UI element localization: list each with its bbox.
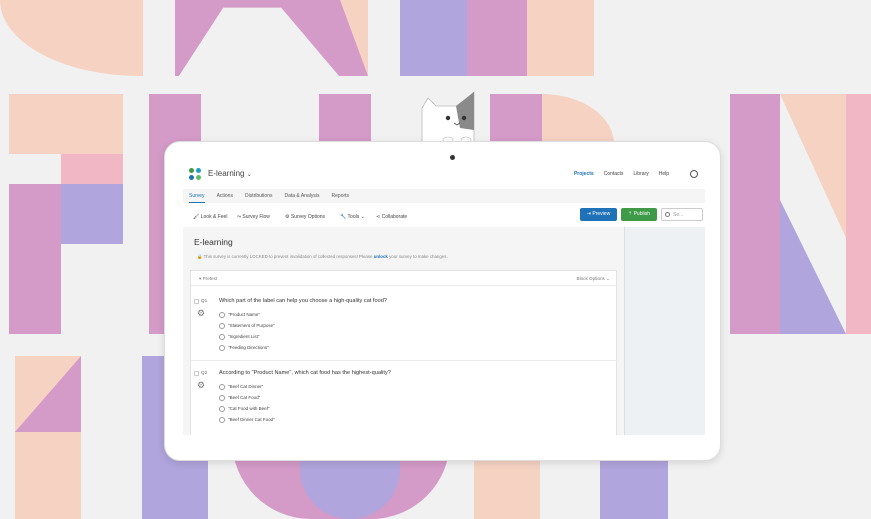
- lock-notice: 🔒 This survey is currently LOCKED to pre…: [197, 254, 448, 260]
- survey-options-button[interactable]: ⚙ Survey Options: [285, 214, 325, 220]
- answer-choice[interactable]: "Statement of Purpose": [219, 323, 275, 329]
- answer-choice[interactable]: "Beef Dinner Cat Food": [219, 417, 275, 423]
- search-icon: [665, 212, 670, 217]
- question-text[interactable]: According to "Product Name", which cat f…: [219, 370, 391, 376]
- survey-options-label: Survey Options: [290, 214, 326, 220]
- side-panel: [624, 227, 705, 435]
- tab-data-analysis[interactable]: Data & Analysis: [284, 189, 319, 203]
- bg-shape: [175, 0, 368, 76]
- nav-help[interactable]: Help: [659, 171, 669, 177]
- unlock-link[interactable]: unlock: [374, 254, 388, 259]
- bg-shape: [400, 0, 467, 76]
- bg-shape: [61, 184, 123, 244]
- bg-shape: [527, 0, 594, 76]
- question-checkbox[interactable]: [194, 371, 199, 376]
- camera-dot: [450, 155, 455, 160]
- chevron-down-icon: ⌄: [246, 172, 252, 178]
- publish-label: Publish: [633, 211, 650, 217]
- nav-projects[interactable]: Projects: [574, 171, 594, 177]
- paintbrush-icon: 🖌: [193, 214, 200, 220]
- tab-reports[interactable]: Reports: [332, 189, 350, 203]
- answer-choice[interactable]: "Beef Cat Dinner": [219, 384, 263, 390]
- search-placeholder: Se...: [673, 212, 684, 218]
- project-selector[interactable]: E-learning ⌄: [208, 169, 252, 178]
- answer-choice[interactable]: "Beef Cat Food": [219, 395, 260, 401]
- bg-shape: [61, 154, 123, 184]
- bg-shape: [730, 94, 780, 334]
- question-text[interactable]: Which part of the label can help you cho…: [219, 298, 387, 304]
- lock-text-end: your survey to make changes.: [387, 254, 448, 259]
- app-screen: E-learning ⌄ Projects Contacts Library H…: [183, 161, 705, 435]
- survey-block: ▾ Pretest Block Options ⌄ Q1 ⚙ Which par…: [190, 270, 618, 435]
- cat-illustration: [421, 91, 475, 142]
- question-divider: [191, 360, 618, 361]
- answer-choice[interactable]: "Cat Food with Beef": [219, 406, 269, 412]
- tab-actions[interactable]: Actions: [217, 189, 233, 203]
- survey-title: E-learning: [194, 237, 233, 247]
- chevron-down-icon: ⌄: [360, 214, 365, 220]
- tab-distributions[interactable]: Distributions: [245, 189, 273, 203]
- bg-shape: [467, 0, 527, 76]
- search-input[interactable]: Se...: [661, 208, 703, 221]
- flow-icon: ⤳: [237, 214, 242, 220]
- survey-flow-label: Survey Flow: [242, 214, 270, 220]
- survey-flow-button[interactable]: ⤳ Survey Flow: [237, 214, 270, 220]
- settings-gear-icon[interactable]: ⚙: [197, 381, 205, 390]
- look-feel-button[interactable]: 🖌 Look & Feel: [193, 214, 227, 220]
- chevron-down-icon: ⌄: [606, 276, 610, 281]
- publish-icon: ⇡: [628, 211, 633, 217]
- wrench-icon: 🔧: [340, 214, 347, 220]
- tools-label: Tools: [347, 214, 360, 220]
- bg-shape: [9, 94, 123, 154]
- nav-library[interactable]: Library: [633, 171, 648, 177]
- user-icon[interactable]: [690, 170, 698, 178]
- question-number: Q2: [201, 370, 208, 375]
- tab-bar: Survey Actions Distributions Data & Anal…: [183, 189, 705, 203]
- tab-survey[interactable]: Survey: [189, 189, 205, 203]
- lock-text: This survey is currently LOCKED to preve…: [203, 254, 374, 259]
- bg-shape: [846, 94, 871, 334]
- share-icon: ⋖: [376, 214, 381, 220]
- preview-label: Preview: [592, 211, 611, 217]
- bg-shape: [780, 200, 846, 334]
- logo-icon: [189, 168, 202, 181]
- preview-button[interactable]: ⇥ Preview: [580, 208, 617, 221]
- bg-shape: [319, 94, 371, 144]
- block-header[interactable]: ▾ Pretest Block Options ⌄: [191, 271, 618, 286]
- bg-shape: [9, 184, 61, 334]
- answer-choice[interactable]: "Feeding Directions": [219, 345, 269, 351]
- marketing-stage: E-learning ⌄ Projects Contacts Library H…: [0, 0, 871, 519]
- top-bar: E-learning ⌄ Projects Contacts Library H…: [183, 161, 705, 189]
- question-number: Q1: [201, 298, 208, 303]
- block-name: ▾ Pretest: [199, 276, 217, 282]
- bg-shape: [542, 94, 614, 144]
- nav-contacts[interactable]: Contacts: [604, 171, 624, 177]
- block-name-label: Pretest: [202, 276, 218, 281]
- gear-icon: ⚙: [285, 214, 290, 220]
- settings-gear-icon[interactable]: ⚙: [197, 309, 205, 318]
- answer-choice[interactable]: "Product Name": [219, 312, 260, 318]
- question-checkbox[interactable]: [194, 299, 199, 304]
- block-options-button[interactable]: Block Options ⌄: [577, 276, 610, 282]
- chevron-down-icon: ▾: [199, 276, 202, 281]
- preview-icon: ⇥: [586, 211, 591, 217]
- collaborate-label: Collaborate: [381, 214, 408, 220]
- bg-shape: [0, 0, 143, 76]
- publish-button[interactable]: ⇡ Publish: [621, 208, 657, 221]
- block-options-label: Block Options: [576, 276, 605, 281]
- collaborate-button[interactable]: ⋖ Collaborate: [376, 214, 407, 220]
- project-name: E-learning: [208, 169, 245, 178]
- tools-button[interactable]: 🔧 Tools ⌄: [340, 214, 365, 220]
- lock-icon: 🔒: [197, 254, 203, 259]
- answer-choice[interactable]: "Ingredient List": [219, 334, 259, 340]
- look-feel-label: Look & Feel: [200, 214, 228, 220]
- bg-shape: [490, 94, 542, 144]
- top-nav: Projects Contacts Library Help: [574, 171, 669, 177]
